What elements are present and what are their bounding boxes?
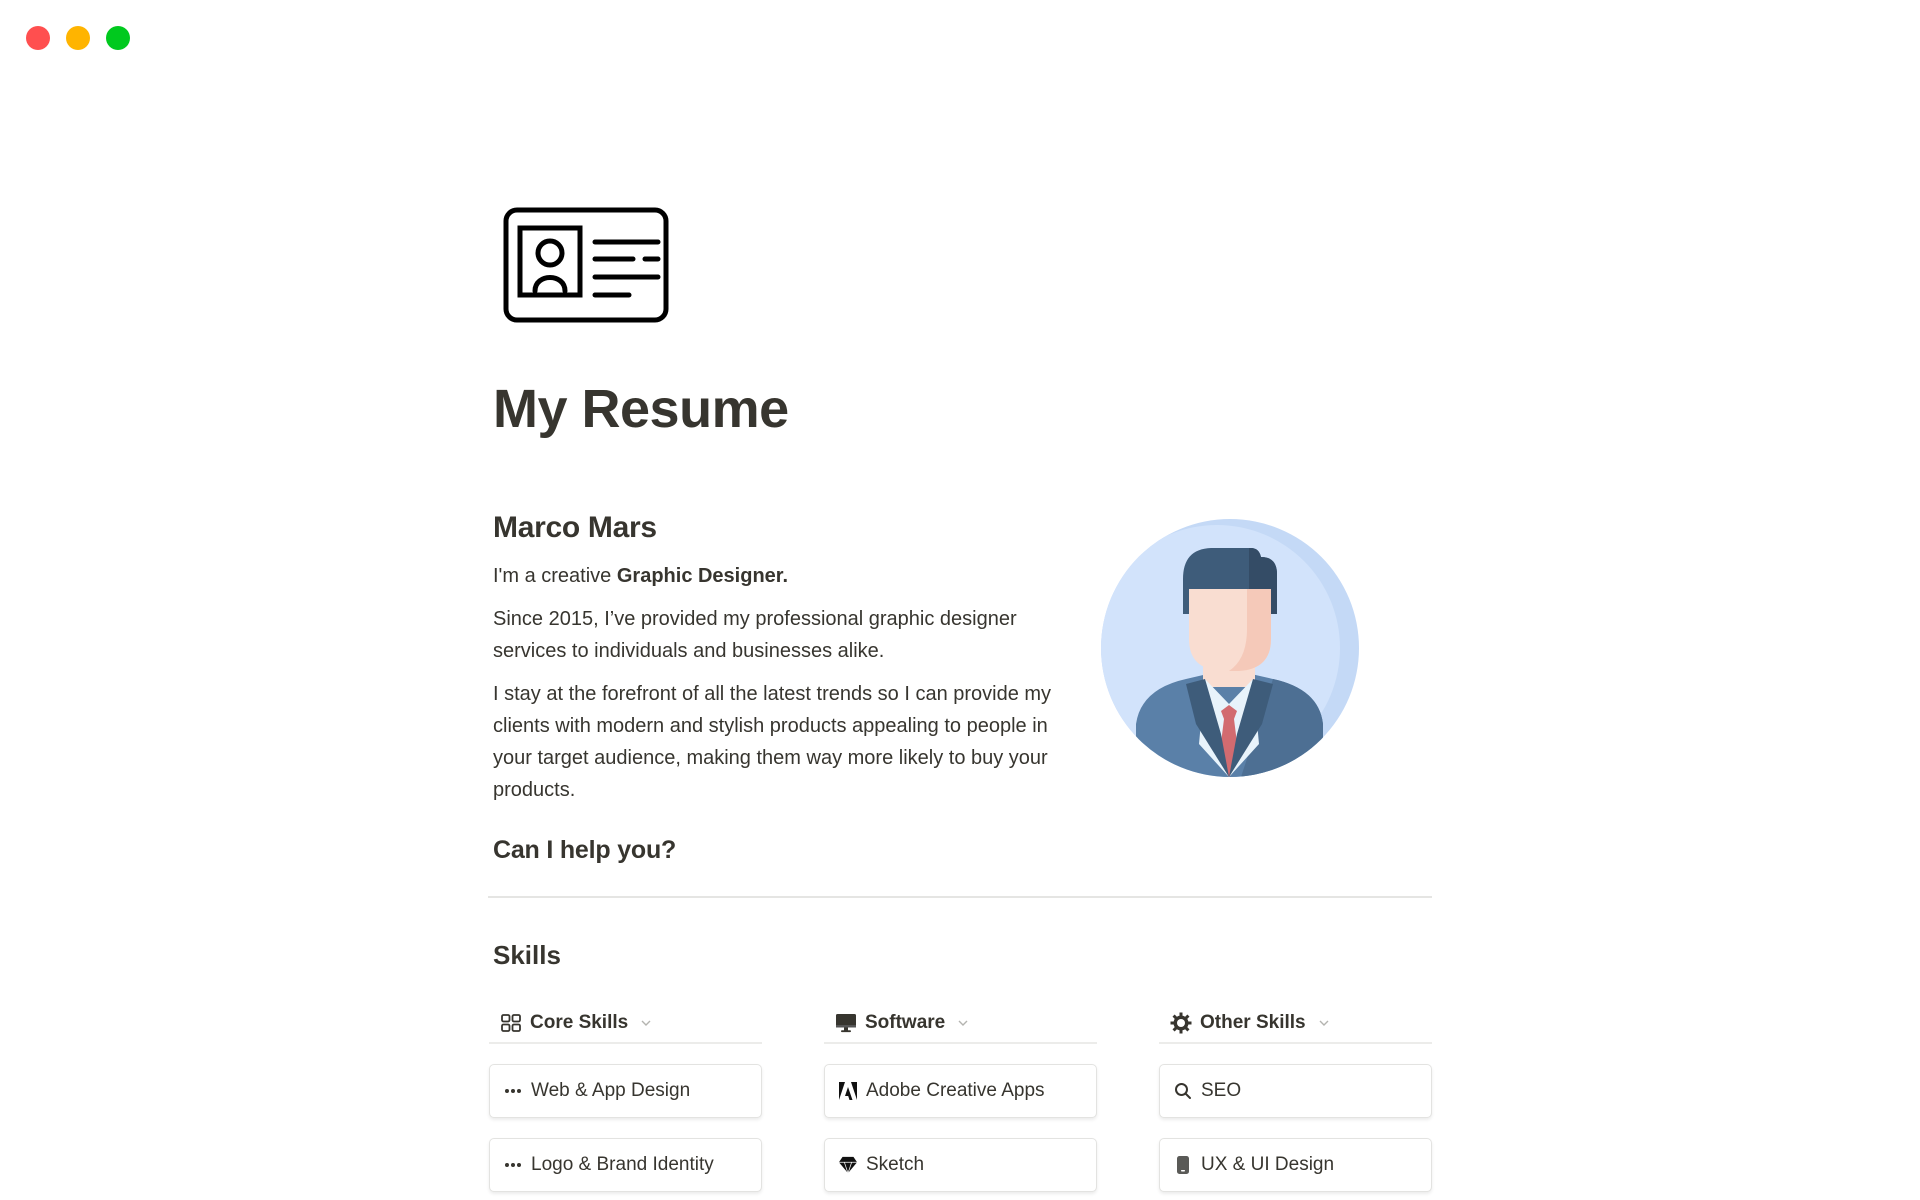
bio-paragraph-1: Since 2015, I’ve provided my professiona…: [493, 608, 1017, 662]
skill-label: UX & UI Design: [1201, 1154, 1335, 1175]
skill-label: Sketch: [866, 1154, 925, 1175]
ellipsis-icon: [503, 1155, 523, 1175]
page-title[interactable]: My Resume: [493, 378, 789, 440]
skills-column-software: Software Adobe Creative Apps Sketch: [824, 1003, 1097, 1192]
intro-prefix: I'm a creative: [493, 565, 617, 587]
chevron-down-icon: [1319, 1020, 1329, 1026]
monitor-icon: [835, 1012, 857, 1034]
chevron-down-icon: [641, 1020, 651, 1026]
intro-role: Graphic Designer.: [616, 565, 789, 587]
adobe-icon: [838, 1081, 858, 1101]
gear-icon: [1170, 1012, 1192, 1034]
skills-heading: Skills: [493, 940, 561, 970]
grid-icon: [500, 1012, 522, 1034]
intro-text: I'm a creative Graphic Designer.: [493, 560, 1053, 592]
skills-column-other: Other Skills SEO UX & UI Design: [1159, 1003, 1432, 1192]
businessman-avatar-icon: [1101, 519, 1359, 777]
skills-board: Core Skills Web & App Design Logo & Bran…: [489, 1003, 1433, 1192]
chevron-down-icon: [958, 1020, 968, 1026]
skill-card[interactable]: Logo & Brand Identity: [489, 1138, 762, 1192]
ellipsis-icon: [503, 1081, 523, 1101]
window-controls: [26, 26, 130, 50]
bio-paragraph-2: I stay at the forefront of all the lates…: [493, 683, 1052, 801]
column-label: Other Skills: [1200, 1011, 1306, 1033]
diamond-icon: [838, 1155, 858, 1175]
id-card-icon[interactable]: [503, 207, 669, 323]
maximize-window-button[interactable]: [106, 26, 130, 50]
skill-card[interactable]: UX & UI Design: [1159, 1138, 1432, 1192]
help-heading: Can I help you?: [493, 836, 677, 864]
divider: [488, 896, 1432, 898]
skill-label: Web & App Design: [531, 1080, 691, 1101]
person-name: Marco Mars: [493, 511, 657, 544]
skill-label: SEO: [1201, 1080, 1242, 1101]
skills-column-core: Core Skills Web & App Design Logo & Bran…: [489, 1003, 762, 1192]
phone-icon: [1173, 1155, 1193, 1175]
column-label: Software: [865, 1011, 946, 1033]
skill-card[interactable]: Web & App Design: [489, 1064, 762, 1118]
skill-card[interactable]: SEO: [1159, 1064, 1432, 1118]
close-window-button[interactable]: [26, 26, 50, 50]
column-label: Core Skills: [530, 1011, 629, 1033]
skill-label: Logo & Brand Identity: [531, 1154, 714, 1175]
column-header-software[interactable]: Software: [824, 1003, 1097, 1044]
minimize-window-button[interactable]: [66, 26, 90, 50]
skill-card[interactable]: Adobe Creative Apps: [824, 1064, 1097, 1118]
column-header-core-skills[interactable]: Core Skills: [489, 1003, 762, 1044]
bio-section: Marco Mars I'm a creative Graphic Design…: [493, 508, 1053, 817]
column-header-other-skills[interactable]: Other Skills: [1159, 1003, 1432, 1044]
skill-label: Adobe Creative Apps: [866, 1080, 1045, 1101]
skill-card[interactable]: Sketch: [824, 1138, 1097, 1192]
search-icon: [1173, 1081, 1193, 1101]
